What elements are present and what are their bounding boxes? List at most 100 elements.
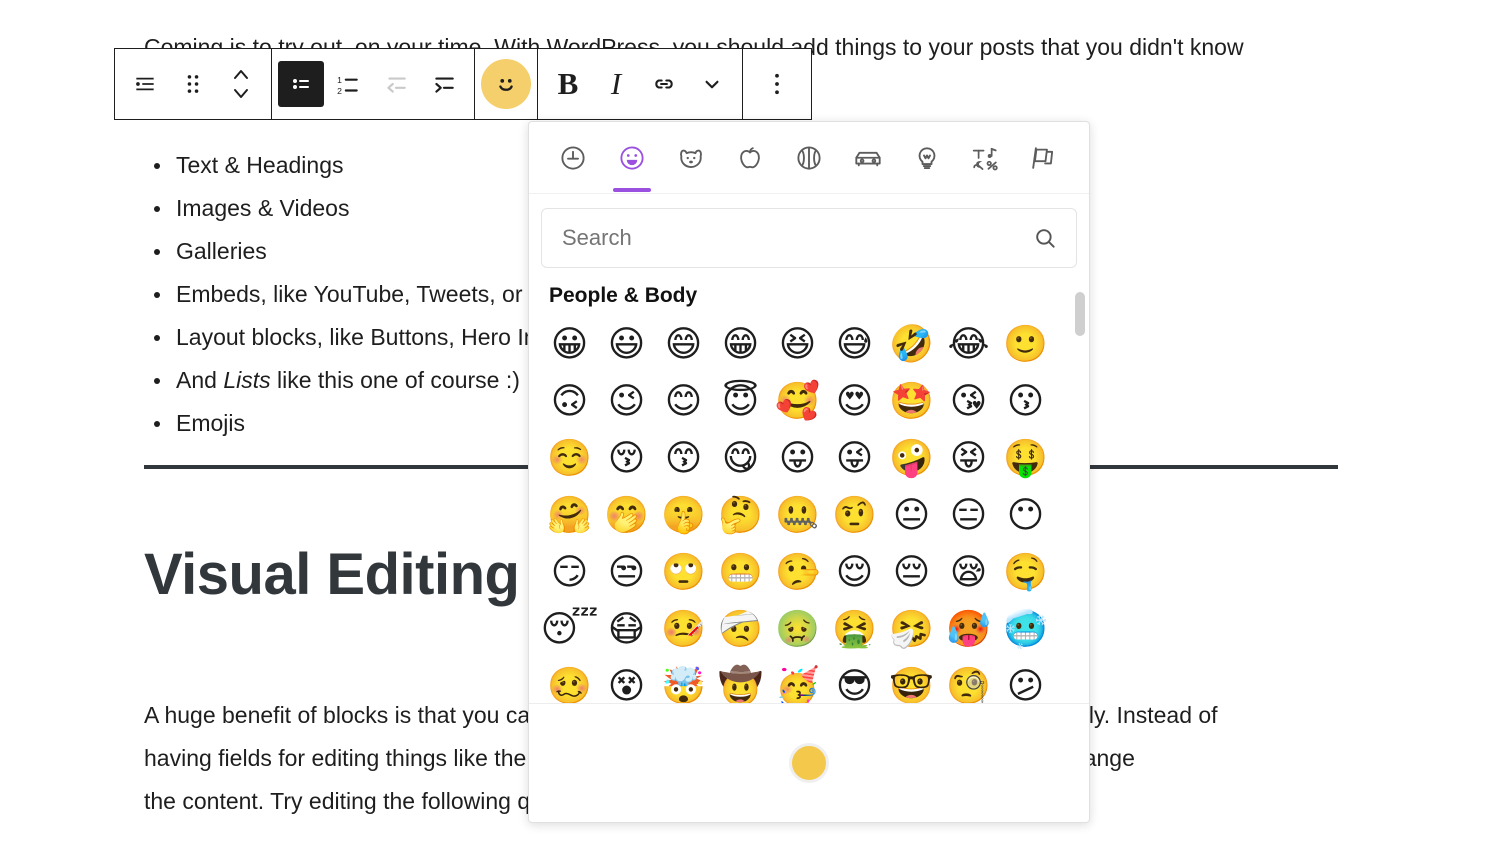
emoji-category-smileys-people[interactable]	[609, 130, 655, 192]
smiley-icon	[499, 79, 513, 91]
emoji-cell[interactable]: 😍	[826, 373, 883, 430]
unordered-list-button[interactable]	[278, 61, 324, 107]
search-input[interactable]	[542, 225, 1076, 251]
emoji-scrollbar[interactable]	[1074, 286, 1086, 699]
emoji-cell[interactable]: 🤑	[997, 430, 1054, 487]
emoji-cell[interactable]: 🤪	[883, 430, 940, 487]
toolbar-group-emoji	[475, 49, 538, 119]
emoji-cell[interactable]: 😚	[598, 430, 655, 487]
emoji-cell[interactable]: 🤥	[769, 544, 826, 601]
more-formatting-button[interactable]	[688, 56, 736, 112]
emoji-cell[interactable]: ☺️	[541, 430, 598, 487]
emoji-cell[interactable]: 🤕	[712, 601, 769, 658]
emoji-cell[interactable]: 😄	[655, 316, 712, 373]
emoji-cell[interactable]: 😜	[826, 430, 883, 487]
dog-icon	[679, 149, 702, 168]
emoji-cell[interactable]: 😌	[826, 544, 883, 601]
emoji-cell[interactable]: 🤫	[655, 487, 712, 544]
search-icon	[1032, 225, 1058, 251]
emoji-cell[interactable]: 🙄	[655, 544, 712, 601]
emoji-cell[interactable]: 😬	[712, 544, 769, 601]
emoji-cell[interactable]: 😂	[940, 316, 997, 373]
emoji-cell[interactable]: 😊	[655, 373, 712, 430]
emoji-category-activities[interactable]	[786, 130, 832, 186]
emoji-cell[interactable]: 😷	[598, 601, 655, 658]
emoji-cell[interactable]: 🥵	[940, 601, 997, 658]
block-type-list-icon[interactable]	[121, 56, 169, 112]
emoji-cell[interactable]: 🤯	[655, 658, 712, 703]
emoji-cell[interactable]: 🤩	[883, 373, 940, 430]
emoji-category-travel-places[interactable]	[845, 130, 891, 186]
page-heading[interactable]: Visual Editing	[144, 541, 520, 608]
emoji-cell[interactable]: 🤣	[883, 316, 940, 373]
emoji-cell[interactable]: 😃	[598, 316, 655, 373]
chevron-down-icon	[705, 80, 719, 89]
emoji-cell[interactable]: 😛	[769, 430, 826, 487]
emoji-cell[interactable]: 😝	[940, 430, 997, 487]
drag-handle-icon[interactable]	[169, 56, 217, 112]
emoji-cell[interactable]: 🤨	[826, 487, 883, 544]
emoji-category-tabs	[529, 122, 1089, 194]
emoji-cell[interactable]: 🤠	[712, 658, 769, 703]
emoji-cell[interactable]: 😀	[541, 316, 598, 373]
emoji-cell[interactable]: 😁	[712, 316, 769, 373]
emoji-cell[interactable]: 🤭	[598, 487, 655, 544]
emoji-category-objects[interactable]	[904, 130, 950, 186]
emoji-cell[interactable]: 🤮	[826, 601, 883, 658]
emoji-search-box[interactable]	[541, 208, 1077, 268]
emoji-scroll-region[interactable]: People & Body 😀 😃 😄 😁 😆 😅 🤣 😂 🙂 🙃 😉 😊 😇 🥰 😍 🤩 😘 😗 ☺️ 😚 😙 😋 😛 😜 🤪…	[529, 278, 1089, 703]
emoji-cell[interactable]: 😉	[598, 373, 655, 430]
emoji-cell[interactable]: 🥶	[997, 601, 1054, 658]
emoji-cell[interactable]: 🙂	[997, 316, 1054, 373]
emoji-cell[interactable]: 🤤	[997, 544, 1054, 601]
emoji-cell[interactable]: 😏	[541, 544, 598, 601]
emoji-cell[interactable]: 🤒	[655, 601, 712, 658]
emoji-cell[interactable]: 😋	[712, 430, 769, 487]
emoji-category-flags[interactable]	[1022, 130, 1068, 186]
emoji-cell[interactable]: 😪	[940, 544, 997, 601]
emoji-cell[interactable]: 😐	[883, 487, 940, 544]
emoji-cell[interactable]: 🤧	[883, 601, 940, 658]
emoji-cell[interactable]: 🥴	[541, 658, 598, 703]
emoji-category-animals-nature[interactable]	[668, 130, 714, 186]
symbols-icon	[973, 147, 999, 170]
emoji-cell[interactable]: 🤐	[769, 487, 826, 544]
emoji-cell[interactable]: 🤔	[712, 487, 769, 544]
indent-button[interactable]	[420, 56, 468, 112]
emoji-cell[interactable]: 😒	[598, 544, 655, 601]
emoji-cell[interactable]: 😘	[940, 373, 997, 430]
emoji-cell[interactable]: 🙃	[541, 373, 598, 430]
emoji-button[interactable]	[481, 59, 531, 109]
emoji-cell[interactable]: 😵	[598, 658, 655, 703]
emoji-category-frequently-used[interactable]	[550, 130, 596, 186]
italic-button[interactable]: I	[592, 56, 640, 112]
emoji-cell[interactable]: 😅	[826, 316, 883, 373]
emoji-category-food-drink[interactable]	[727, 130, 773, 186]
emoji-cell[interactable]: 😆	[769, 316, 826, 373]
scrollbar-thumb[interactable]	[1075, 292, 1085, 336]
emoji-cell[interactable]: 🤓	[883, 658, 940, 703]
emoji-cell[interactable]: 😗	[997, 373, 1054, 430]
bold-button[interactable]: B	[544, 56, 592, 112]
emoji-cell[interactable]: 🥳	[769, 658, 826, 703]
emoji-cell[interactable]: 😇	[712, 373, 769, 430]
emoji-cell[interactable]: 🤢	[769, 601, 826, 658]
ordered-list-button[interactable]: 1 2	[324, 56, 372, 112]
emoji-cell[interactable]: 😕	[997, 658, 1054, 703]
emoji-cell[interactable]: 🧐	[940, 658, 997, 703]
emoji-cell[interactable]: 🥰	[769, 373, 826, 430]
link-button[interactable]	[640, 56, 688, 112]
emoji-cell[interactable]: 😔	[883, 544, 940, 601]
emoji-cell[interactable]: 😙	[655, 430, 712, 487]
block-options-button[interactable]	[749, 56, 805, 112]
emoji-cell[interactable]: 😎	[826, 658, 883, 703]
clock-icon	[560, 145, 585, 170]
skin-tone-selector[interactable]	[789, 743, 829, 783]
emoji-cell[interactable]: 😶	[997, 487, 1054, 544]
move-updown-icon[interactable]	[217, 56, 265, 112]
emoji-cell[interactable]: 😴	[541, 601, 599, 658]
emoji-section-title: People & Body	[549, 284, 698, 307]
emoji-cell[interactable]: 😑	[940, 487, 997, 544]
emoji-category-symbols[interactable]	[963, 130, 1009, 186]
emoji-cell[interactable]: 🤗	[541, 487, 598, 544]
